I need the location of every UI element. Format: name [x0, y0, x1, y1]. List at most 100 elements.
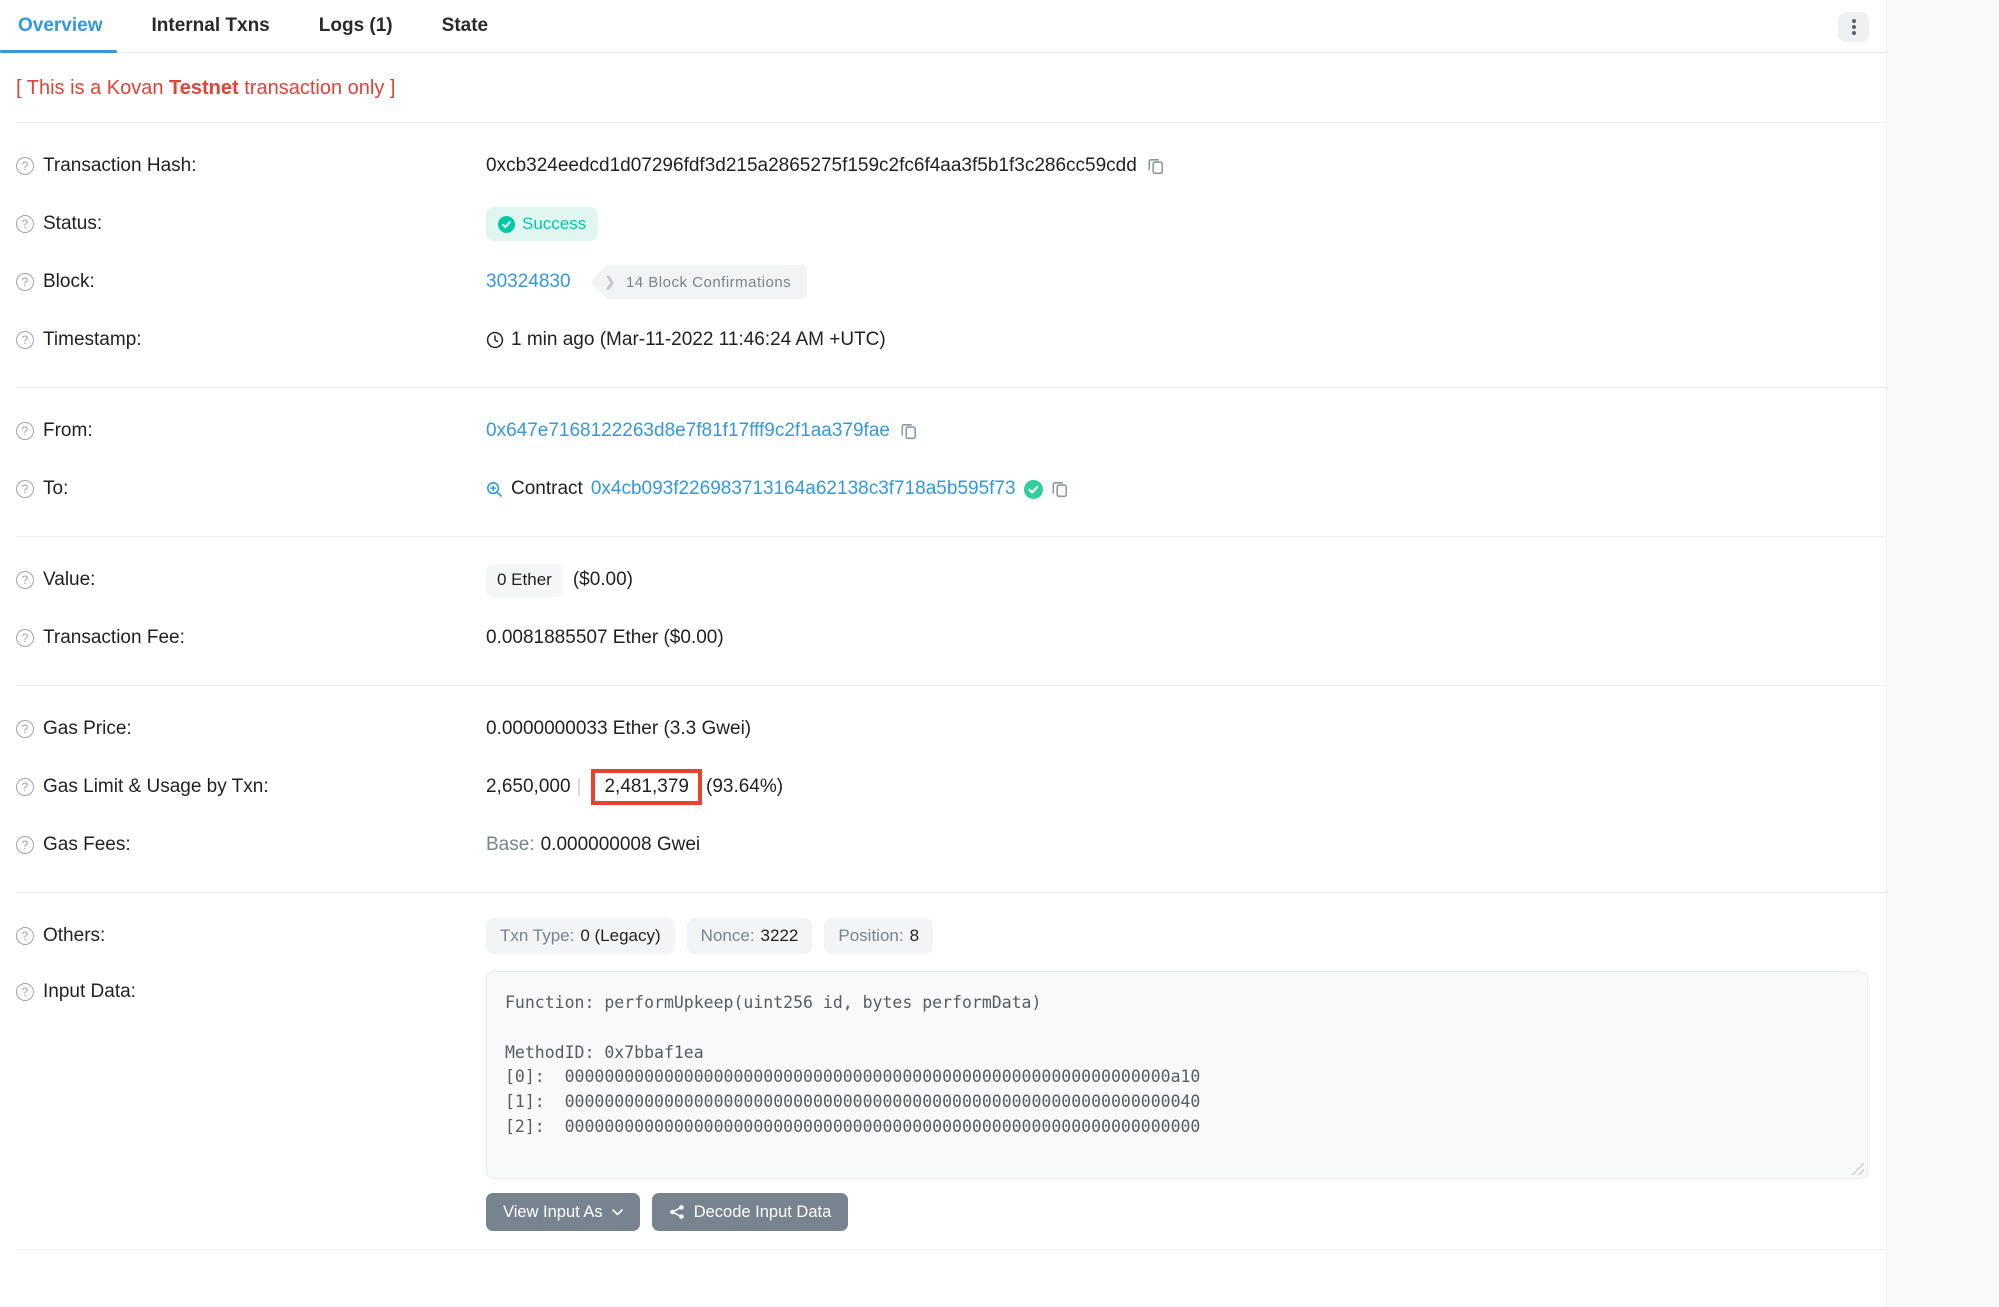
chevron-down-icon: [612, 1209, 623, 1216]
from-label: From:: [43, 420, 93, 442]
from-address-link[interactable]: 0x647e7168122263d8e7f81f17fff9c2f1aa379f…: [486, 420, 890, 442]
gas-limit-label: Gas Limit & Usage by Txn:: [43, 776, 269, 798]
gas-fees-base-label: Base:: [486, 834, 535, 856]
help-icon[interactable]: ?: [16, 927, 34, 945]
input-data-label: Input Data:: [43, 981, 136, 1003]
row-label: ? Block:: [16, 271, 486, 293]
nonce-value: 3222: [761, 926, 799, 946]
row-gas-fees: ? Gas Fees: Base: 0.000000008 Gwei: [0, 816, 1999, 874]
kebab-menu-icon: [1852, 25, 1856, 29]
gas-limit-value: 2,650,000: [486, 776, 571, 798]
row-label: ? Transaction Hash:: [16, 155, 486, 177]
row-label: ? Value:: [16, 569, 486, 591]
row-to: ? To: Contract 0x4cb093f226983713164a621…: [0, 460, 1999, 518]
tab-state[interactable]: State: [440, 0, 490, 52]
row-timestamp: ? Timestamp: 1 min ago (Mar-11-2022 11:4…: [0, 311, 1999, 369]
help-icon[interactable]: ?: [16, 331, 34, 349]
transaction-hash-label: Transaction Hash:: [43, 155, 196, 177]
to-address-link[interactable]: 0x4cb093f226983713164a62138c3f718a5b595f…: [591, 478, 1016, 500]
testnet-warning: [ This is a Kovan Testnet transaction on…: [0, 53, 1999, 100]
help-icon[interactable]: ?: [16, 629, 34, 647]
transaction-fee-value: 0.0081885507 Ether ($0.00): [486, 627, 724, 649]
help-icon[interactable]: ?: [16, 273, 34, 291]
help-icon[interactable]: ?: [16, 983, 34, 1001]
position-value: 8: [910, 926, 919, 946]
row-label: ? Gas Price:: [16, 718, 486, 740]
nonce-badge: Nonce: 3222: [687, 918, 813, 954]
help-icon[interactable]: ?: [16, 215, 34, 233]
check-circle-icon: [498, 216, 515, 233]
decode-icon: [669, 1204, 685, 1220]
view-input-as-button[interactable]: View Input As: [486, 1193, 640, 1231]
warning-prefix: [ This is a Kovan: [16, 77, 169, 99]
row-status: ? Status: Success: [0, 195, 1999, 253]
help-icon[interactable]: ?: [16, 571, 34, 589]
zoom-in-icon[interactable]: [486, 481, 503, 498]
gas-fees-base-value: 0.000000008 Gwei: [541, 834, 701, 856]
timestamp-value: 1 min ago (Mar-11-2022 11:46:24 AM +UTC): [511, 329, 886, 351]
section-overview-top: ? Transaction Hash: 0xcb324eedcd1d07296f…: [0, 123, 1999, 387]
txn-type-value: 0 (Legacy): [580, 926, 660, 946]
chevron-right-icon: ❯: [605, 274, 616, 290]
row-block: ? Block: 30324830 ❯ 14 Block Confirmatio…: [0, 253, 1999, 311]
decode-input-data-label: Decode Input Data: [694, 1203, 832, 1222]
row-label: ? Gas Fees:: [16, 834, 486, 856]
block-number-link[interactable]: 30324830: [486, 271, 571, 293]
position-key: Position:: [838, 926, 903, 946]
row-from: ? From: 0x647e7168122263d8e7f81f17fff9c2…: [0, 402, 1999, 460]
gas-price-value: 0.0000000033 Ether (3.3 Gwei): [486, 718, 751, 740]
row-transaction-hash: ? Transaction Hash: 0xcb324eedcd1d07296f…: [0, 137, 1999, 195]
tab-logs[interactable]: Logs (1): [317, 0, 395, 52]
row-label: ? Gas Limit & Usage by Txn:: [16, 776, 486, 798]
help-icon[interactable]: ?: [16, 720, 34, 738]
block-confirmations-text: 14 Block Confirmations: [626, 274, 791, 291]
more-options-button[interactable]: [1838, 12, 1869, 42]
others-label: Others:: [43, 925, 105, 947]
copy-icon[interactable]: [1147, 157, 1165, 175]
row-label: ? Transaction Fee:: [16, 627, 486, 649]
help-icon[interactable]: ?: [16, 480, 34, 498]
transaction-tabbar: Overview Internal Txns Logs (1) State: [0, 0, 1886, 53]
copy-icon[interactable]: [900, 422, 918, 440]
row-others: ? Others: Txn Type: 0 (Legacy) Nonce: 32…: [0, 907, 1999, 965]
section-gas: ? Gas Price: 0.0000000033 Ether (3.3 Gwe…: [0, 686, 1999, 892]
txn-type-key: Txn Type:: [500, 926, 574, 946]
row-label: ? Others:: [16, 925, 486, 947]
help-icon[interactable]: ?: [16, 836, 34, 854]
position-badge: Position: 8: [824, 918, 933, 954]
input-data-textarea[interactable]: Function: performUpkeep(uint256 id, byte…: [486, 971, 1868, 1179]
help-icon[interactable]: ?: [16, 157, 34, 175]
ether-value-badge: 0 Ether: [486, 564, 563, 597]
status-label: Status:: [43, 213, 102, 235]
txn-type-badge: Txn Type: 0 (Legacy): [486, 918, 675, 954]
decode-input-data-button[interactable]: Decode Input Data: [652, 1193, 849, 1231]
pipe-separator: |: [577, 776, 582, 798]
row-label: ? From:: [16, 420, 486, 442]
resize-handle[interactable]: [1851, 1162, 1864, 1175]
help-icon[interactable]: ?: [16, 422, 34, 440]
section-others-input: ? Others: Txn Type: 0 (Legacy) Nonce: 32…: [0, 893, 1999, 1249]
page-background-strip: [1886, 0, 1999, 1307]
verified-check-icon: [1024, 480, 1043, 499]
input-data-code: Function: performUpkeep(uint256 id, byte…: [505, 993, 1200, 1136]
timestamp-label: Timestamp:: [43, 329, 142, 351]
value-usd: ($0.00): [573, 569, 633, 591]
copy-icon[interactable]: [1051, 480, 1069, 498]
annotation-highlight-box: 2,481,379: [591, 769, 702, 805]
block-confirmations-badge: ❯ 14 Block Confirmations: [591, 265, 808, 299]
row-transaction-fee: ? Transaction Fee: 0.0081885507 Ether ($…: [0, 609, 1999, 667]
to-kind: Contract: [511, 478, 583, 500]
gas-price-label: Gas Price:: [43, 718, 132, 740]
divider: [16, 1249, 1981, 1250]
nonce-key: Nonce:: [701, 926, 755, 946]
tab-internal-txns[interactable]: Internal Txns: [150, 0, 272, 52]
clock-icon: [486, 331, 504, 349]
block-label: Block:: [43, 271, 95, 293]
status-badge: Success: [486, 207, 598, 241]
tab-overview[interactable]: Overview: [16, 0, 105, 52]
row-label: ? Status:: [16, 213, 486, 235]
row-label: ? To:: [16, 478, 486, 500]
warning-suffix: transaction only ]: [239, 77, 396, 99]
help-icon[interactable]: ?: [16, 778, 34, 796]
value-label: Value:: [43, 569, 95, 591]
